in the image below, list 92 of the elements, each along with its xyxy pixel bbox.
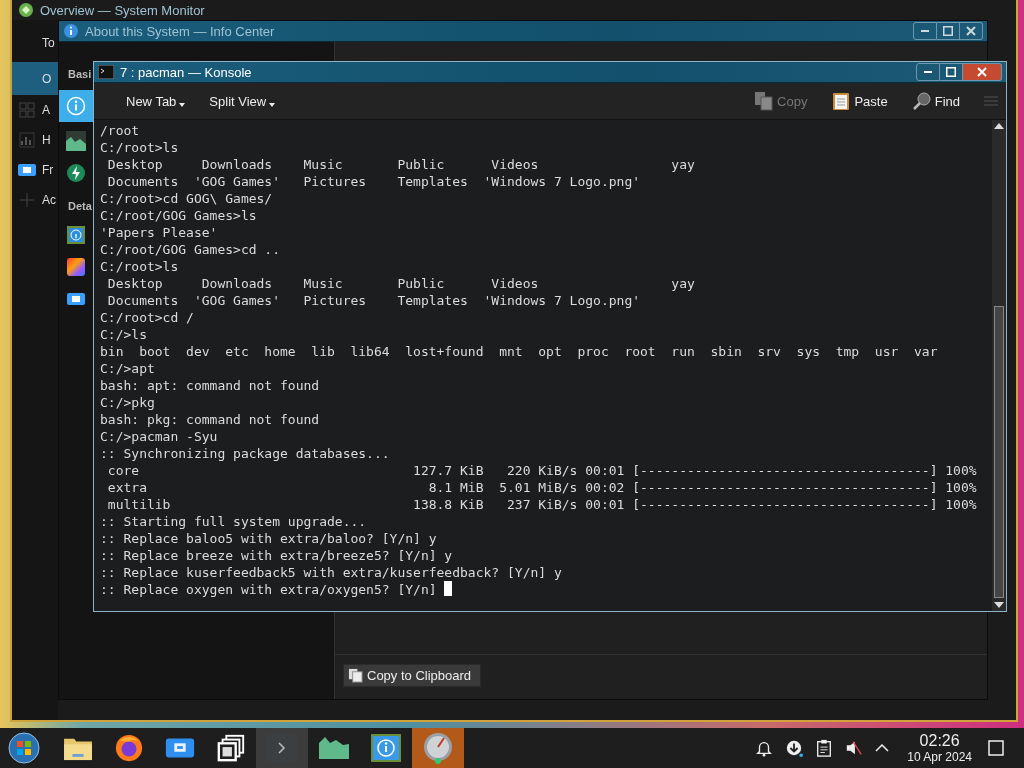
terminal-line: :: Synchronizing package databases... [100, 445, 390, 462]
app-icon [17, 163, 37, 177]
info-icon [371, 734, 401, 762]
download-icon[interactable] [785, 739, 804, 757]
terminal-line: C:/>pacman -Syu [100, 428, 218, 445]
terminal-line: C:/>ls [100, 326, 147, 343]
sidebar-item[interactable]: A [12, 95, 58, 125]
terminal-line: :: Replace oxygen with extra/oxygen5? [Y/n] [100, 581, 453, 598]
terminal-line: C:/>pkg [100, 394, 155, 411]
maximize-icon [943, 26, 953, 36]
terminal-line: :: Replace kuserfeedback5 with extra/kuserfeedback? [Y/n] y [100, 564, 562, 581]
terminal-line: multilib 138.8 KiB 237 KiB/s 00:01 [-------------------------------------] 100% [106, 496, 977, 513]
toolbar-button[interactable]: Find [899, 87, 972, 115]
terminal-line: C:/root/GOG Games>cd .. [100, 241, 280, 258]
browser-icon[interactable] [113, 733, 144, 763]
caret-up-icon[interactable] [875, 744, 890, 752]
terminal-line: bash: pkg: command not found [100, 411, 320, 428]
sidebar-item[interactable]: Fr [12, 155, 58, 185]
alarm-icon[interactable] [755, 739, 774, 757]
close-icon [977, 67, 987, 77]
graph-icon [66, 131, 86, 151]
search-icon [911, 91, 932, 111]
muted-speaker-icon[interactable] [845, 739, 864, 757]
toolbar-button[interactable]: New Tab [114, 89, 198, 113]
bolt-icon [66, 163, 86, 183]
app-icon [18, 2, 34, 18]
app-icon[interactable] [163, 736, 196, 760]
terminal-line: Desktop Downloads Music Public Videos yay [106, 275, 695, 292]
window-title: About this System — Info Center [85, 23, 275, 39]
clipboard-icon [831, 91, 852, 111]
toolbar-button[interactable]: Paste [819, 87, 900, 115]
close-icon [966, 26, 976, 36]
terminal-line: C:/root>ls [100, 258, 179, 275]
section-heading: Basi [68, 68, 92, 80]
sidebar-item[interactable]: O [12, 62, 58, 95]
terminal-line: :: Starting full system upgrade... [100, 513, 367, 530]
gauge-icon [422, 732, 454, 764]
scrollbar[interactable] [992, 120, 1006, 611]
plus-icon [19, 192, 35, 208]
minimize-button[interactable] [913, 22, 937, 40]
terminal-icon [98, 65, 114, 79]
terminal-line: core 127.7 KiB 220 KiB/s 00:01 [-------------------------------------] 100% [106, 462, 977, 479]
scrollbar-thumb[interactable] [994, 306, 1004, 598]
info-icon [63, 23, 79, 39]
terminal-line: C:/root>ls [100, 139, 179, 156]
info-icon [66, 225, 86, 245]
toolbar-button[interactable]: Split View [197, 89, 288, 113]
minimize-button[interactable] [916, 63, 940, 81]
clock-date[interactable]: 10 Apr 2024 [907, 750, 972, 764]
terminal-line: /root [100, 122, 140, 139]
chart-icon [19, 132, 35, 148]
show-desktop-icon[interactable] [988, 740, 1004, 756]
terminal-line: C:/>apt [100, 360, 155, 377]
graph-icon [319, 737, 349, 759]
minimize-icon [921, 30, 929, 32]
info-icon [66, 96, 86, 116]
close-button[interactable] [960, 22, 983, 40]
minimize-icon [924, 71, 932, 73]
down-arrow-icon[interactable] [994, 602, 1004, 608]
start-icon[interactable] [8, 732, 40, 764]
terminal-line: Desktop Downloads Music Public Videos yay [106, 156, 695, 173]
window-switcher-icon[interactable] [215, 733, 246, 763]
app-icon [66, 292, 86, 306]
sidebar-item[interactable]: H [12, 125, 58, 155]
terminal-line: extra 8.1 MiB 5.01 MiB/s 00:02 [-------------------------------------] 100% [106, 479, 977, 496]
copy-to-clipboard-button[interactable]: Copy to Clipboard [343, 664, 482, 687]
window-title: Overview — System Monitor [40, 2, 205, 18]
terminal-line: bin boot dev etc home lib lib64 lost+found mnt opt proc root run sbin srv sys tmp usr var [100, 343, 938, 360]
toolbar-button[interactable]: To [42, 36, 55, 50]
window-title: 7 : pacman — Konsole [120, 64, 252, 80]
clock-time[interactable]: 02:26 [919, 732, 960, 750]
maximize-button[interactable] [937, 22, 960, 40]
maximize-icon [946, 67, 956, 77]
terminal-line: Documents 'GOG Games' Pictures Templates 'Windows 7 Logo.png' [106, 292, 641, 309]
close-button[interactable] [963, 63, 1002, 81]
terminal-line: :: Replace baloo5 with extra/baloo? [Y/n] y [100, 530, 437, 547]
terminal-line: 'Papers Please' [100, 224, 218, 241]
terminal-line: C:/root/GOG Games>ls [100, 207, 257, 224]
terminal-line: Documents 'GOG Games' Pictures Templates 'Windows 7 Logo.png' [106, 173, 641, 190]
terminal-line: :: Replace breeze with extra/breeze5? [Y/n] y [100, 547, 453, 564]
grid-icon [19, 102, 35, 118]
clipboard-icon[interactable] [815, 739, 834, 757]
section-heading: Deta [68, 200, 92, 212]
copy-icon [754, 91, 775, 111]
up-arrow-icon[interactable] [994, 123, 1004, 129]
terminal-line: C:/root>cd / [100, 309, 194, 326]
terminal-line: C:/root>cd GOG\ Games/ [100, 190, 273, 207]
terminal-icon [267, 734, 297, 762]
copy-icon [348, 668, 363, 683]
terminal-line: bash: apt: command not found [100, 377, 320, 394]
color-icon [66, 257, 86, 277]
sidebar-item[interactable]: Ac [12, 185, 58, 215]
